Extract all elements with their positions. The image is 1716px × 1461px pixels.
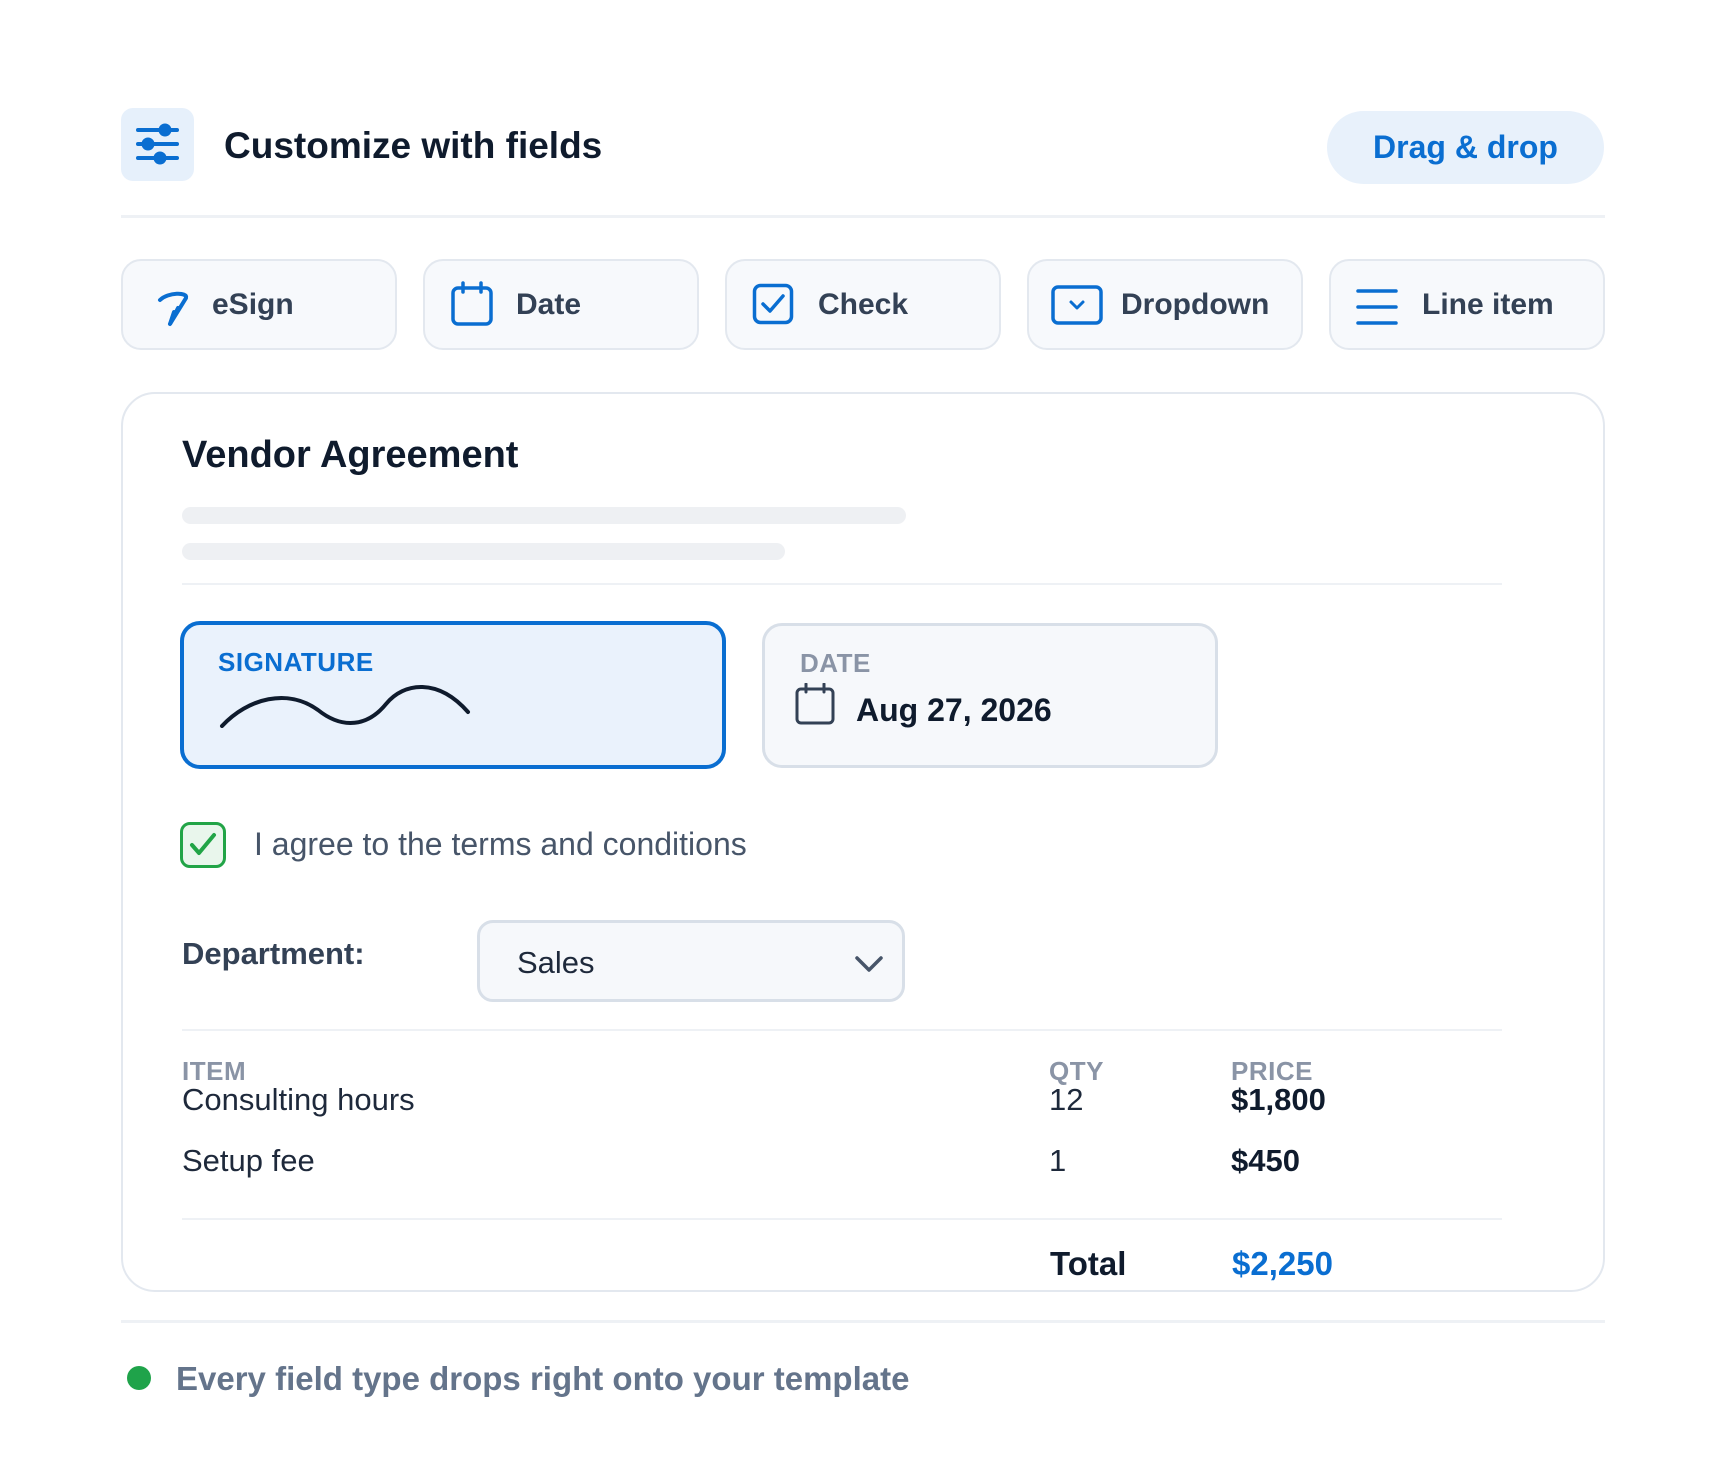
total-value: $2,250 — [1232, 1245, 1333, 1282]
field-chip-label: Dropdown — [1121, 288, 1270, 321]
text-placeholder — [182, 543, 785, 560]
sliders-icon — [121, 108, 194, 181]
total-label: Total — [1050, 1245, 1127, 1282]
field-chip-dropdown[interactable]: Dropdown — [1027, 259, 1303, 350]
date-label: DATE — [800, 648, 871, 678]
department-select[interactable]: Sales — [477, 920, 905, 1002]
department-label: Department: — [182, 936, 365, 971]
agree-label: I agree to the terms and conditions — [254, 826, 747, 862]
field-chip-date[interactable]: Date — [423, 259, 699, 350]
department-value: Sales — [517, 945, 595, 980]
checkbox-icon — [752, 283, 794, 325]
date-value: Aug 27, 2026 — [856, 692, 1052, 728]
lines-icon — [1356, 289, 1398, 325]
pen-icon — [158, 291, 188, 326]
check-icon — [190, 833, 216, 855]
row-item: Setup fee — [182, 1143, 315, 1178]
row-price: $450 — [1231, 1143, 1300, 1178]
footer-text: Every field type drops right onto your t… — [176, 1360, 910, 1397]
text-placeholder — [182, 507, 906, 524]
agree-checkbox[interactable] — [180, 822, 226, 868]
header-divider — [121, 215, 1605, 218]
drag-drop-button[interactable]: Drag & drop — [1327, 111, 1604, 184]
field-chip-label: Line item — [1422, 288, 1554, 321]
field-chip-line-item[interactable]: Line item — [1329, 259, 1605, 350]
signature-label: SIGNATURE — [218, 647, 374, 677]
total-divider — [182, 1218, 1502, 1220]
row-item: Consulting hours — [182, 1082, 415, 1117]
status-dot — [127, 1366, 151, 1390]
calendar-icon — [795, 683, 835, 725]
field-chip-check[interactable]: Check — [725, 259, 1001, 350]
signature-stroke — [220, 685, 470, 728]
field-chip-label: Date — [516, 288, 582, 321]
row-price: $1,800 — [1231, 1082, 1326, 1117]
footer-divider — [121, 1320, 1605, 1323]
row-qty: 12 — [1049, 1082, 1084, 1117]
page-title: Customize with fields — [224, 125, 603, 166]
chevron-down-icon — [855, 956, 883, 972]
document-title: Vendor Agreement — [182, 434, 519, 476]
field-chip-label: eSign — [212, 288, 294, 321]
dropdown-icon — [1051, 285, 1103, 325]
row-qty: 1 — [1049, 1143, 1067, 1178]
calendar-icon — [451, 281, 493, 326]
field-chip-esign[interactable]: eSign — [121, 259, 397, 350]
section-divider — [182, 583, 1502, 585]
field-chip-label: Check — [818, 288, 909, 321]
section-divider — [182, 1029, 1502, 1031]
